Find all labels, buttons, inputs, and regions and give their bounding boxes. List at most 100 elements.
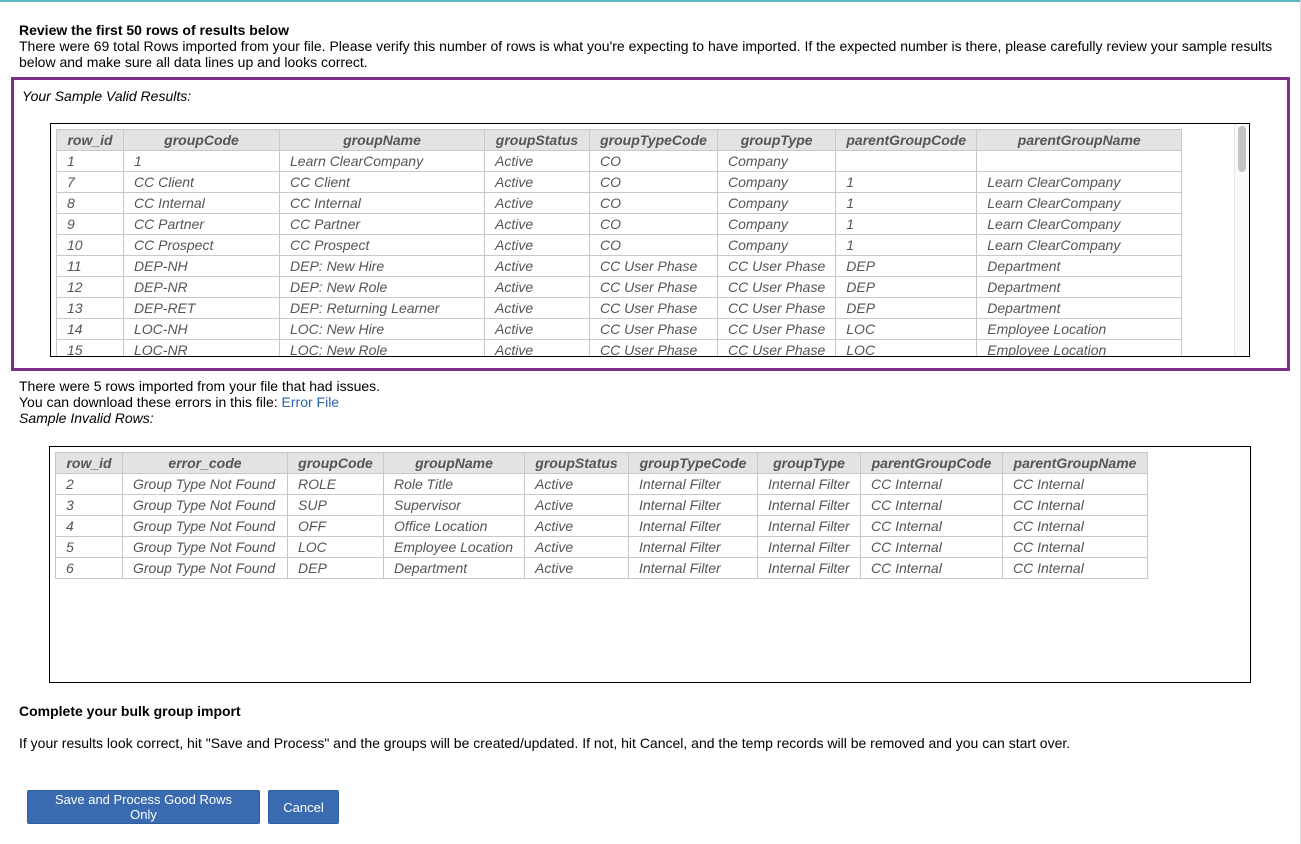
column-header-parent-group-name: parentGroupName bbox=[976, 129, 1183, 151]
cell-group-code: SUP bbox=[287, 494, 384, 516]
cell-row-id: 9 bbox=[56, 213, 124, 235]
invalid-rows-scroll-area[interactable]: row_id error_code groupCode groupName gr… bbox=[49, 446, 1251, 683]
cell-row-id: 3 bbox=[55, 494, 123, 516]
column-header-group-code: groupCode bbox=[287, 452, 384, 474]
cell-parent-group-name: Employee Location bbox=[976, 318, 1183, 340]
cell-row-id: 4 bbox=[55, 515, 123, 537]
cell-error-code: Group Type Not Found bbox=[122, 494, 288, 516]
cell-parent-group-code: 1 bbox=[835, 171, 978, 193]
table-row: 11 DEP-NH DEP: New Hire Active CC User P… bbox=[56, 255, 1183, 277]
cell-group-name: DEP: Returning Learner bbox=[279, 297, 485, 319]
review-title: Review the first 50 rows of results belo… bbox=[19, 22, 289, 38]
invalid-rows-table: row_id error_code groupCode groupName gr… bbox=[55, 452, 1148, 579]
complete-import-title: Complete your bulk group import bbox=[19, 703, 241, 719]
cell-parent-group-name: CC Internal bbox=[1002, 557, 1148, 579]
cell-parent-group-code bbox=[835, 150, 978, 172]
column-header-parent-group-code: parentGroupCode bbox=[860, 452, 1003, 474]
cell-parent-group-code: LOC bbox=[835, 339, 978, 356]
cell-group-type-code: Internal Filter bbox=[628, 557, 758, 579]
cell-error-code: Group Type Not Found bbox=[122, 536, 288, 558]
cell-row-id: 8 bbox=[56, 192, 124, 214]
cell-group-status: Active bbox=[524, 494, 629, 516]
cell-group-status: Active bbox=[524, 473, 629, 495]
cell-parent-group-code: CC Internal bbox=[860, 515, 1003, 537]
column-header-group-type: groupType bbox=[757, 452, 861, 474]
error-file-link[interactable]: Error File bbox=[282, 394, 340, 410]
cell-group-status: Active bbox=[484, 192, 590, 214]
cell-group-code: LOC-NR bbox=[123, 339, 280, 356]
table-row: 8 CC Internal CC Internal Active CO Comp… bbox=[56, 192, 1183, 214]
column-header-group-type: groupType bbox=[716, 129, 837, 151]
cell-group-type: CC User Phase bbox=[716, 255, 837, 277]
top-divider bbox=[0, 0, 1301, 2]
cell-parent-group-name: CC Internal bbox=[1002, 473, 1148, 495]
cell-group-type-code: Internal Filter bbox=[628, 494, 758, 516]
issues-summary: There were 5 rows imported from your fil… bbox=[19, 378, 381, 394]
cell-group-status: Active bbox=[484, 276, 590, 298]
cell-group-code: DEP-NH bbox=[123, 255, 280, 277]
cell-parent-group-code: CC Internal bbox=[860, 494, 1003, 516]
column-header-group-name: groupName bbox=[383, 452, 525, 474]
column-header-group-code: groupCode bbox=[123, 129, 280, 151]
vertical-scrollbar[interactable] bbox=[1234, 124, 1249, 356]
valid-results-scroll-area[interactable]: row_id groupCode groupName groupStatus g… bbox=[50, 123, 1250, 357]
cell-parent-group-name: Employee Location bbox=[976, 339, 1183, 356]
cell-row-id: 12 bbox=[56, 276, 124, 298]
cell-group-code: 1 bbox=[123, 150, 280, 172]
cell-group-type-code: CC User Phase bbox=[589, 339, 718, 356]
cell-group-type: Company bbox=[716, 192, 837, 214]
table-row: 12 DEP-NR DEP: New Role Active CC User P… bbox=[56, 276, 1183, 298]
cell-group-type: CC User Phase bbox=[716, 339, 837, 356]
cell-group-type-code: CO bbox=[589, 150, 718, 172]
cell-group-type-code: Internal Filter bbox=[628, 536, 758, 558]
cell-group-type-code: CC User Phase bbox=[589, 276, 718, 298]
cell-row-id: 10 bbox=[56, 234, 124, 256]
cell-group-name: CC Partner bbox=[279, 213, 485, 235]
column-header-group-status: groupStatus bbox=[524, 452, 629, 474]
cell-group-code: LOC bbox=[287, 536, 384, 558]
cell-group-code: DEP bbox=[287, 557, 384, 579]
cell-parent-group-code: DEP bbox=[835, 255, 978, 277]
cell-group-type-code: Internal Filter bbox=[628, 473, 758, 495]
cell-group-code: CC Prospect bbox=[123, 234, 280, 256]
cell-group-type-code: CO bbox=[589, 213, 718, 235]
cell-group-status: Active bbox=[484, 339, 590, 356]
cell-group-type: Internal Filter bbox=[757, 515, 861, 537]
table-row: 5 Group Type Not Found LOC Employee Loca… bbox=[55, 536, 1148, 558]
cell-parent-group-code: CC Internal bbox=[860, 536, 1003, 558]
cell-group-type: Internal Filter bbox=[757, 473, 861, 495]
cell-group-type: Company bbox=[716, 171, 837, 193]
cell-group-type-code: CO bbox=[589, 192, 718, 214]
cell-parent-group-code: DEP bbox=[835, 297, 978, 319]
cell-group-type: Internal Filter bbox=[757, 536, 861, 558]
save-and-process-button[interactable]: Save and Process Good Rows Only bbox=[27, 790, 260, 824]
cell-group-type-code: CO bbox=[589, 234, 718, 256]
cell-group-code: CC Internal bbox=[123, 192, 280, 214]
cell-parent-group-name: Department bbox=[976, 276, 1183, 298]
cell-group-code: CC Partner bbox=[123, 213, 280, 235]
table-row: 7 CC Client CC Client Active CO Company … bbox=[56, 171, 1183, 193]
cancel-button[interactable]: Cancel bbox=[268, 790, 339, 824]
cell-parent-group-name: Learn ClearCompany bbox=[976, 234, 1183, 256]
cell-group-name: CC Client bbox=[279, 171, 485, 193]
error-download-text: You can download these errors in this fi… bbox=[19, 394, 282, 410]
table-row: 14 LOC-NH LOC: New Hire Active CC User P… bbox=[56, 318, 1183, 340]
cell-group-type-code: CO bbox=[589, 171, 718, 193]
cell-group-name: Department bbox=[383, 557, 525, 579]
scrollbar-thumb[interactable] bbox=[1238, 126, 1246, 172]
cell-row-id: 14 bbox=[56, 318, 124, 340]
cell-parent-group-name: Department bbox=[976, 255, 1183, 277]
table-row: 4 Group Type Not Found OFF Office Locati… bbox=[55, 515, 1148, 537]
cell-group-type-code: Internal Filter bbox=[628, 515, 758, 537]
cell-parent-group-name bbox=[976, 150, 1183, 172]
cell-row-id: 7 bbox=[56, 171, 124, 193]
column-header-parent-group-name: parentGroupName bbox=[1002, 452, 1148, 474]
cell-group-status: Active bbox=[484, 234, 590, 256]
column-header-parent-group-code: parentGroupCode bbox=[835, 129, 978, 151]
valid-header-row: row_id groupCode groupName groupStatus g… bbox=[56, 129, 1183, 151]
column-header-row-id: row_id bbox=[55, 452, 123, 474]
column-header-row-id: row_id bbox=[56, 129, 124, 151]
cell-group-name: LOC: New Hire bbox=[279, 318, 485, 340]
cell-group-name: Office Location bbox=[383, 515, 525, 537]
cell-group-status: Active bbox=[484, 297, 590, 319]
